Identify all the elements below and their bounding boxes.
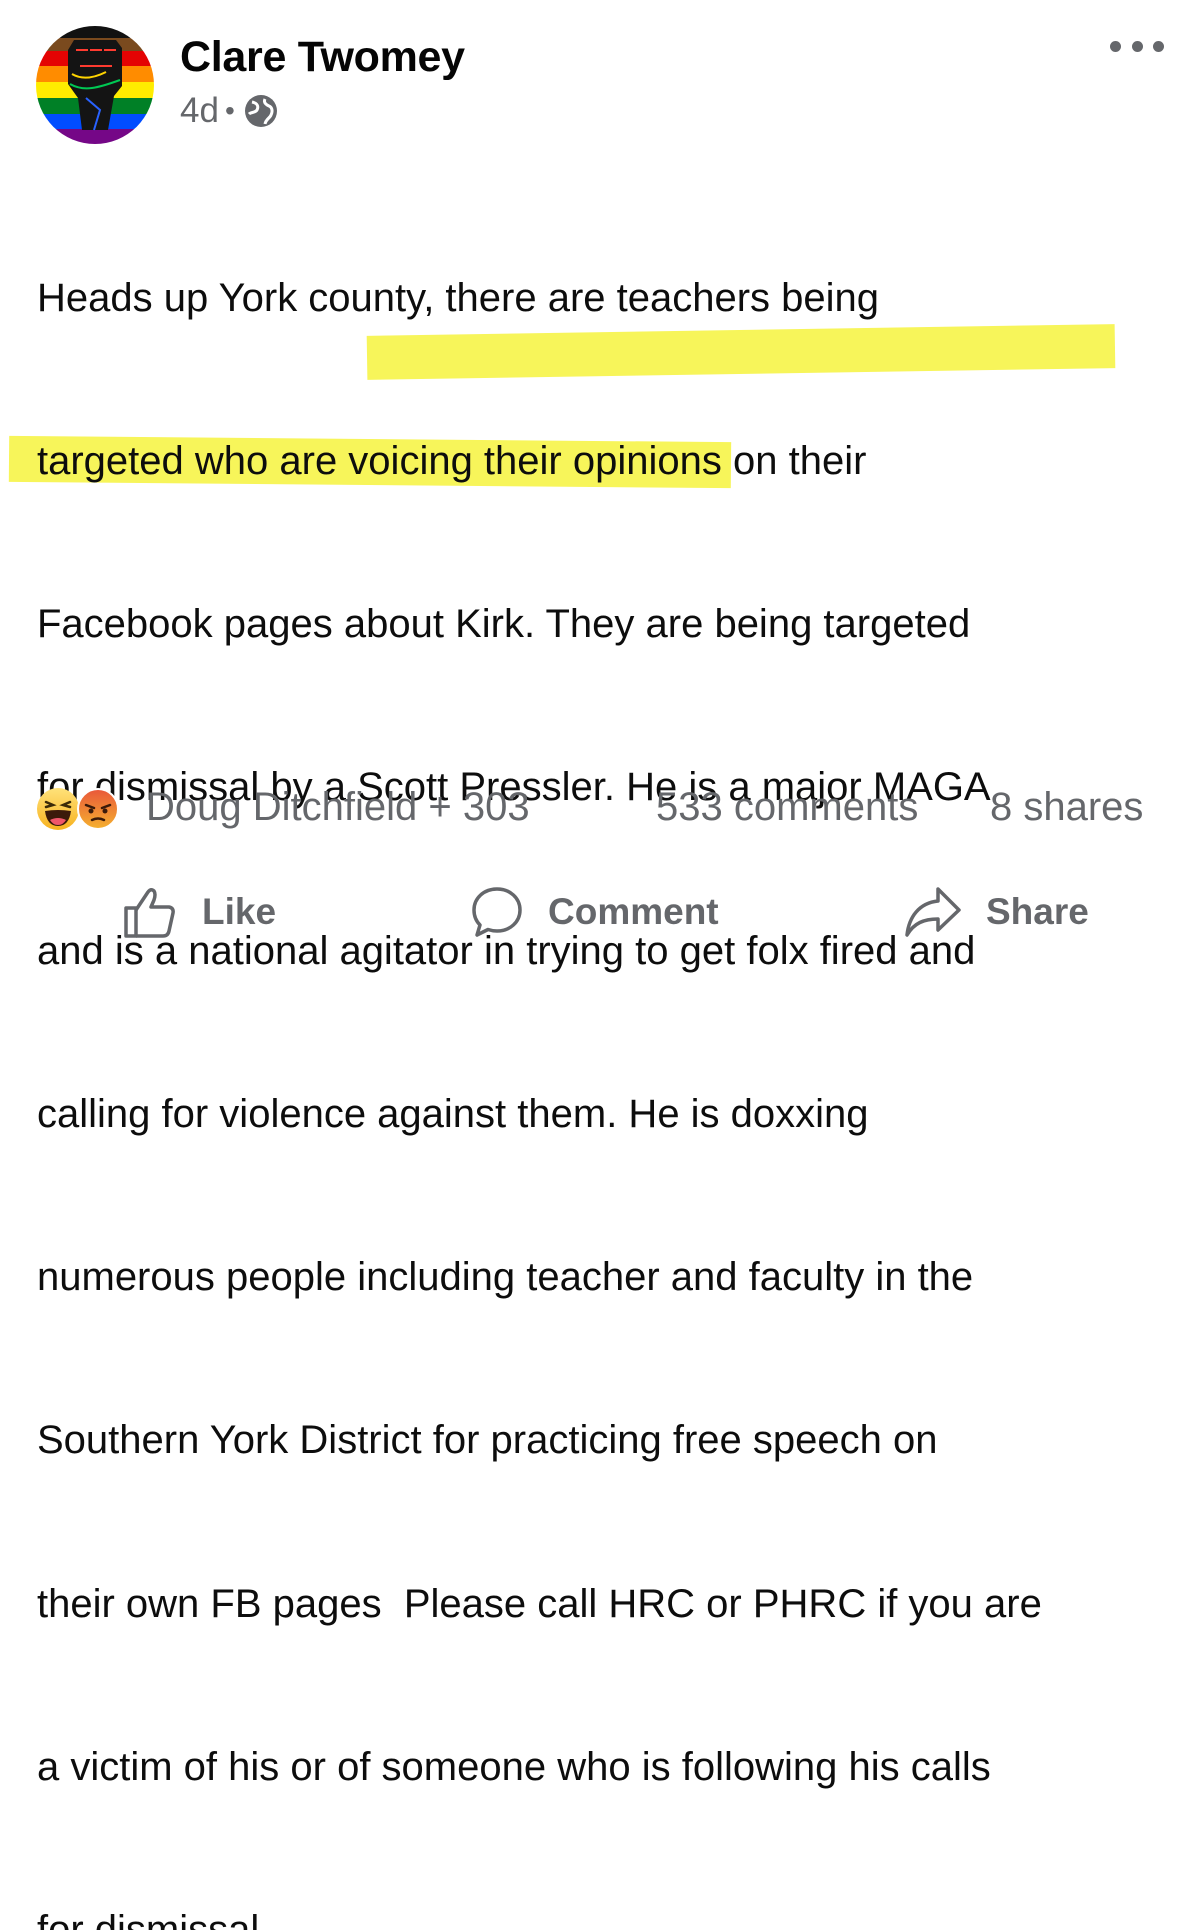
post-body: Heads up York county, there are teachers… — [37, 162, 1187, 1930]
post-line: their own FB pages Please call HRC or PH… — [37, 1581, 1042, 1626]
post-line: for dismissal. — [37, 1908, 271, 1930]
post-line: Southern York District for practicing fr… — [37, 1418, 938, 1463]
post-line: targeted who are voicing their opinions … — [37, 439, 867, 484]
like-label: Like — [202, 891, 277, 932]
comment-label: Comment — [548, 891, 719, 932]
raised-fist-pride-flag-icon — [36, 26, 154, 144]
post-meta: 4d • — [180, 91, 279, 131]
share-button[interactable]: Share — [904, 880, 1089, 944]
shares-count[interactable]: 8 shares — [990, 785, 1143, 830]
comment-bubble-icon — [472, 887, 522, 937]
share-arrow-icon — [905, 887, 961, 937]
meta-separator: • — [224, 95, 235, 126]
post-line: a victim of his or of someone who is fol… — [37, 1744, 991, 1789]
post-timestamp[interactable]: 4d — [180, 91, 219, 131]
comment-button[interactable]: Comment — [470, 880, 719, 944]
share-label: Share — [986, 891, 1089, 932]
author-avatar[interactable] — [36, 26, 154, 144]
haha-reaction-icon[interactable] — [36, 787, 80, 831]
more-options-icon[interactable] — [1110, 36, 1164, 56]
globe-icon — [244, 95, 277, 127]
post-author-name[interactable]: Clare Twomey — [180, 33, 465, 82]
angry-reaction-icon[interactable] — [76, 787, 120, 831]
thumbs-up-icon — [124, 887, 175, 938]
post-line: Heads up York county, there are teachers… — [37, 275, 880, 320]
post-stats: Doug Ditchfield + 303 533 comments 8 sha… — [36, 785, 1176, 831]
comments-count[interactable]: 533 comments — [656, 785, 918, 830]
post-line: Facebook pages about Kirk. They are bein… — [37, 602, 971, 647]
like-button[interactable]: Like — [122, 880, 276, 944]
reactors-count[interactable]: Doug Ditchfield + 303 — [146, 785, 530, 830]
post-line: numerous people including teacher and fa… — [37, 1255, 974, 1300]
post-line: calling for violence against them. He is… — [37, 1091, 869, 1136]
